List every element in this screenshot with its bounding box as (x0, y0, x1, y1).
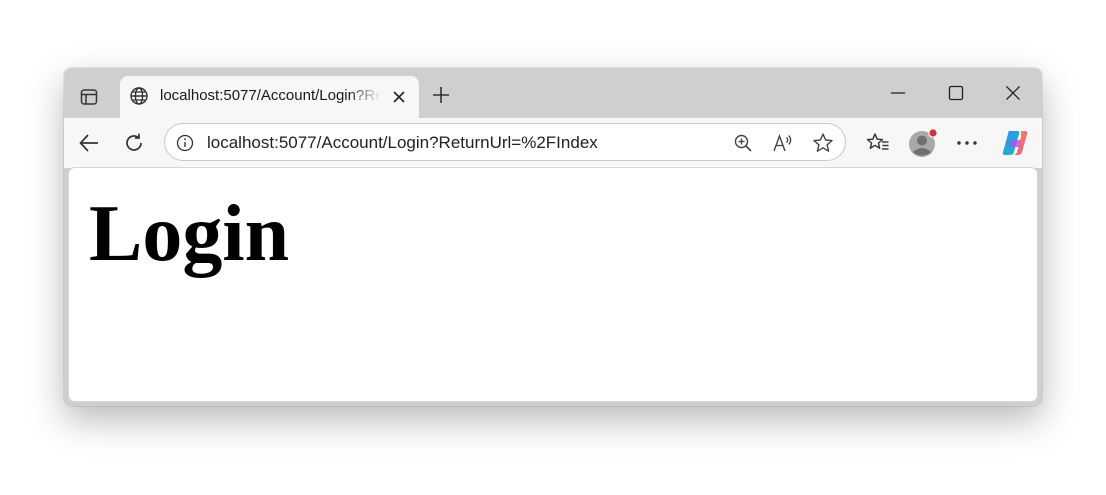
address-bar[interactable]: localhost:5077/Account/Login?ReturnUrl=%… (164, 123, 846, 161)
profile-button[interactable] (907, 127, 939, 159)
minimize-icon (891, 92, 905, 94)
star-icon (813, 133, 833, 152)
back-button[interactable] (74, 129, 104, 157)
new-tab-button[interactable] (428, 82, 454, 108)
minimize-button[interactable] (882, 80, 914, 106)
maximize-icon (948, 85, 964, 101)
favorites-button[interactable] (864, 129, 892, 157)
close-icon (1006, 86, 1020, 100)
favorites-icon (866, 133, 889, 150)
browser-window: localhost:5077/Account/Login?ReturnUrl=%… (64, 68, 1042, 406)
plus-icon (433, 87, 449, 103)
more-icon (957, 141, 977, 145)
url-text[interactable]: localhost:5077/Account/Login?ReturnUrl=%… (207, 133, 598, 153)
reload-button[interactable] (119, 129, 149, 157)
active-tab[interactable]: localhost:5077/Account/Login?ReturnUrl=%… (120, 76, 419, 118)
navigation-toolbar: localhost:5077/Account/Login?ReturnUrl=%… (64, 118, 1042, 168)
copilot-icon (1002, 131, 1028, 155)
favorite-button[interactable] (811, 131, 835, 155)
close-icon (393, 91, 405, 103)
globe-icon (128, 85, 150, 107)
close-window-button[interactable] (997, 80, 1029, 106)
tab-bar: localhost:5077/Account/Login?ReturnUrl=%… (64, 68, 1042, 118)
tab-title: localhost:5077/Account/Login?ReturnUrl=%… (160, 87, 380, 104)
page-content: Login (69, 168, 1037, 401)
reload-icon (126, 133, 142, 151)
site-info-button[interactable] (174, 132, 196, 154)
info-icon (176, 134, 194, 152)
close-tab-button[interactable] (388, 86, 410, 108)
maximize-button[interactable] (940, 80, 972, 106)
read-aloud-icon (773, 133, 792, 152)
back-arrow-icon (79, 134, 98, 152)
tab-actions-icon (80, 89, 98, 105)
more-button[interactable] (953, 129, 981, 157)
copilot-button[interactable] (999, 127, 1031, 159)
tab-actions-button[interactable] (74, 83, 104, 111)
zoom-button[interactable] (731, 131, 755, 155)
page-title: Login (89, 190, 290, 278)
profile-avatar-icon (909, 128, 938, 157)
read-aloud-button[interactable] (771, 131, 795, 155)
zoom-in-icon (734, 134, 752, 152)
